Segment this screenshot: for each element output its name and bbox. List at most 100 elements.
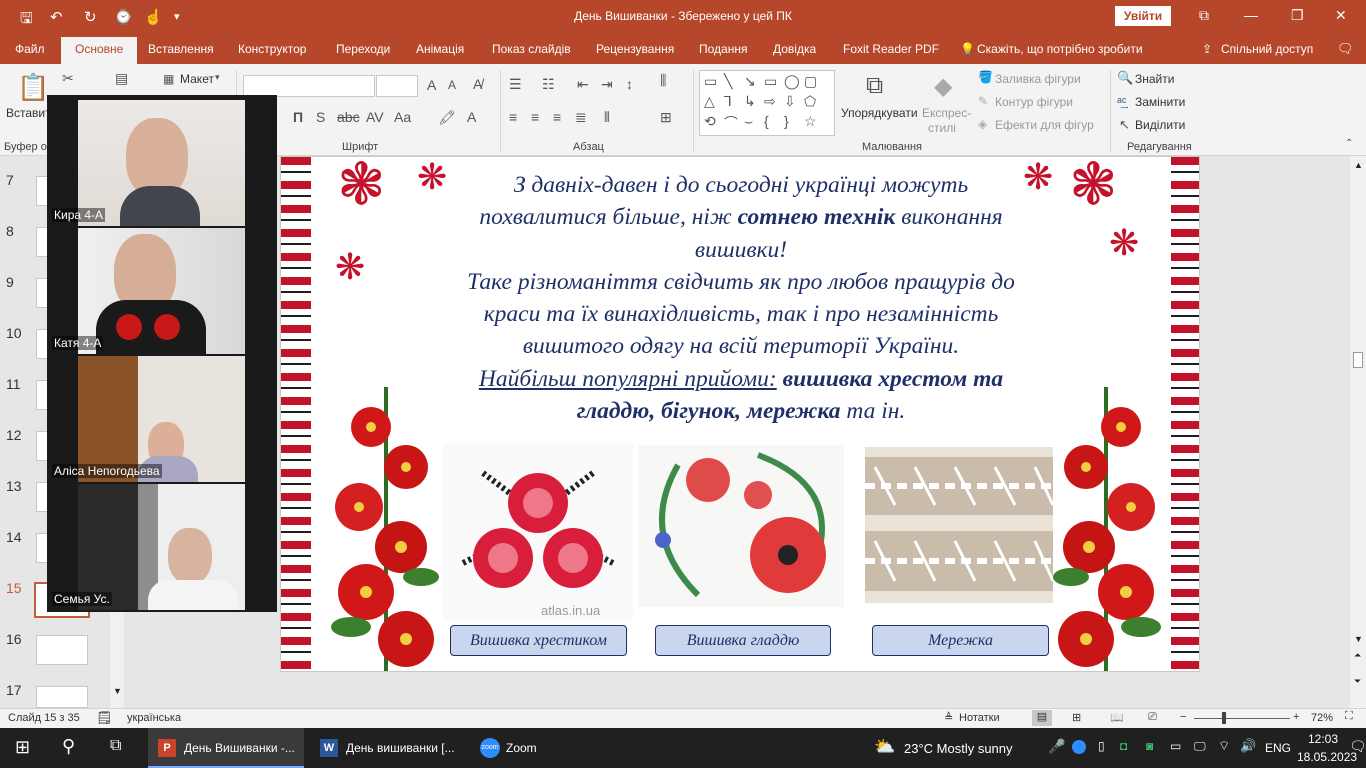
shape-freeform-icon[interactable]: ⟲: [704, 113, 716, 130]
scroll-up-icon[interactable]: ▲: [1354, 160, 1363, 170]
shape-down-arrow-icon[interactable]: ⇩: [784, 93, 796, 110]
tell-me-input[interactable]: Скажіть, що потрібно зробити: [977, 42, 1143, 56]
taskbar-powerpoint[interactable]: P День Вишиванки -...: [148, 728, 304, 768]
tray-app-icon[interactable]: ◙: [1146, 739, 1153, 753]
slide-thumbnail[interactable]: [36, 686, 88, 708]
columns-icon[interactable]: ⫴: [604, 109, 610, 126]
slide-body-text[interactable]: З давніх-давен і до сьогодні українці мо…: [411, 169, 1071, 427]
cut-icon[interactable]: ✂: [62, 70, 74, 87]
zoom-slider[interactable]: [1194, 718, 1290, 719]
strikethrough-icon[interactable]: abc: [337, 109, 360, 125]
tab-help[interactable]: Довідка: [773, 42, 816, 56]
tab-transitions[interactable]: Переходи: [336, 42, 390, 56]
tab-foxit[interactable]: Foxit Reader PDF: [843, 42, 939, 56]
shape-star-icon[interactable]: ☆: [804, 113, 817, 130]
shapes-gallery[interactable]: ▭ ╲ ↘ ▭ ◯ ▢ △ ⅂ ↳ ⇨ ⇩ ⬠ ⟲ ⌒ ⌣ { } ☆: [699, 70, 835, 136]
notifications-icon[interactable]: 🗨: [1349, 738, 1366, 755]
shape-rect-icon[interactable]: ▭: [764, 73, 777, 90]
tab-slideshow[interactable]: Показ слайдів: [492, 42, 571, 56]
align-center-icon[interactable]: ≡: [531, 109, 539, 125]
tray-app-icon[interactable]: ◘: [1120, 739, 1127, 753]
network-icon[interactable]: 🖵: [1194, 739, 1206, 754]
weather-text[interactable]: 23°C Mostly sunny: [904, 741, 1013, 756]
font-size-input[interactable]: [376, 75, 418, 97]
underline-icon[interactable]: П: [293, 109, 303, 125]
arrange-icon[interactable]: ⧉: [866, 72, 883, 100]
tab-view[interactable]: Подання: [699, 42, 747, 56]
slideshow-icon[interactable]: ⎚: [1148, 711, 1157, 724]
shape-effects-button[interactable]: Ефекти для фігур: [995, 118, 1094, 132]
tab-design[interactable]: Конструктор: [238, 42, 306, 56]
find-button[interactable]: Знайти: [1135, 72, 1174, 86]
grow-font-icon[interactable]: A: [427, 77, 436, 93]
zoom-in-icon[interactable]: +: [1293, 711, 1299, 723]
windows-start-icon[interactable]: ⊞: [15, 737, 30, 758]
scroll-down-icon[interactable]: ▼: [113, 686, 122, 696]
zoom-tray-icon[interactable]: [1072, 740, 1086, 754]
font-name-input[interactable]: [243, 75, 375, 97]
tab-review[interactable]: Рецензування: [596, 42, 674, 56]
shape-elbow-icon[interactable]: ↳: [744, 93, 756, 110]
tab-insert[interactable]: Вставлення: [148, 42, 214, 56]
taskbar-zoom[interactable]: zoom Zoom: [472, 728, 552, 768]
reading-view-icon[interactable]: 📖: [1110, 711, 1124, 724]
zoom-level[interactable]: 72%: [1311, 712, 1333, 724]
scroll-down-icon[interactable]: ▼: [1354, 634, 1363, 644]
microphone-icon[interactable]: 🎤: [1048, 738, 1065, 755]
usb-icon[interactable]: ▯: [1098, 739, 1105, 753]
shape-rounded-rect-icon[interactable]: ▢: [804, 73, 817, 90]
minimize-button[interactable]: —: [1244, 7, 1258, 23]
shape-textbox-icon[interactable]: ▭: [704, 73, 717, 90]
input-language[interactable]: ENG: [1265, 741, 1291, 755]
caption-cross-stitch[interactable]: Вишивка хрестиком: [450, 625, 627, 656]
search-icon[interactable]: ⚲: [62, 736, 75, 757]
signin-button[interactable]: Увійти: [1115, 6, 1171, 26]
restore-button[interactable]: ❐: [1291, 7, 1304, 24]
fit-to-window-icon[interactable]: ⛶: [1345, 710, 1353, 723]
notes-button[interactable]: Нотатки: [959, 712, 1000, 724]
highlight-icon[interactable]: 🖍: [438, 109, 456, 126]
align-right-icon[interactable]: ≡: [553, 109, 561, 125]
volume-icon[interactable]: 🔊: [1240, 738, 1256, 754]
editor-scrollbar[interactable]: ▲ ▼ ⏶ ⏷: [1350, 156, 1366, 708]
quick-styles-icon[interactable]: ◆: [934, 72, 952, 101]
select-button[interactable]: Виділити: [1135, 118, 1185, 132]
clock-time[interactable]: 12:03: [1300, 732, 1346, 746]
replace-button[interactable]: Замінити: [1135, 95, 1185, 109]
prev-slide-icon[interactable]: ⏶: [1354, 650, 1361, 661]
caption-drawn-thread[interactable]: Мережка: [872, 625, 1049, 656]
shape-connector-icon[interactable]: ⅂: [724, 93, 732, 110]
shadow-icon[interactable]: S: [316, 109, 325, 125]
align-left-icon[interactable]: ≡: [509, 109, 517, 125]
justify-icon[interactable]: ≣: [575, 109, 587, 126]
language-status[interactable]: українська: [127, 712, 181, 724]
increase-indent-icon[interactable]: ⇥: [601, 76, 613, 93]
paste-icon[interactable]: 📋: [17, 72, 49, 103]
bullets-icon[interactable]: ☰: [509, 76, 522, 93]
char-spacing-icon[interactable]: AV: [366, 109, 384, 125]
collapse-ribbon-icon[interactable]: ⌃: [1345, 138, 1353, 149]
close-button[interactable]: ✕: [1335, 7, 1347, 24]
shape-triangle-icon[interactable]: △: [704, 93, 715, 110]
comments-icon[interactable]: 🗨: [1337, 41, 1354, 57]
shape-arc-icon[interactable]: ⌒: [724, 113, 738, 133]
arrange-button[interactable]: Упорядкувати: [841, 106, 918, 120]
line-spacing-icon[interactable]: ↕: [626, 76, 633, 92]
text-direction-icon[interactable]: ⫼: [660, 72, 666, 89]
shape-brace-left-icon[interactable]: {: [764, 113, 769, 129]
shrink-font-icon[interactable]: A: [448, 78, 456, 92]
shape-line-icon[interactable]: ╲: [724, 73, 732, 90]
layout-button[interactable]: Макет: [180, 72, 214, 86]
task-view-icon[interactable]: ⧉: [110, 737, 121, 755]
next-slide-icon[interactable]: ⏷: [1354, 676, 1361, 687]
quick-styles-label-1[interactable]: Експрес-: [922, 106, 971, 120]
quick-styles-label-2[interactable]: стилі: [928, 121, 956, 135]
share-button[interactable]: Спільний доступ: [1221, 42, 1313, 56]
wifi-icon[interactable]: ⌔: [1218, 738, 1230, 754]
ribbon-display-icon[interactable]: ⧉: [1199, 7, 1209, 24]
normal-view-icon[interactable]: ▤: [1032, 710, 1052, 726]
zoom-slider-thumb[interactable]: [1222, 712, 1226, 724]
shape-pentagon-icon[interactable]: ⬠: [804, 93, 816, 110]
shape-arrow-icon[interactable]: ↘: [744, 73, 756, 90]
taskbar-word[interactable]: W День вишиванки [...: [310, 728, 466, 768]
